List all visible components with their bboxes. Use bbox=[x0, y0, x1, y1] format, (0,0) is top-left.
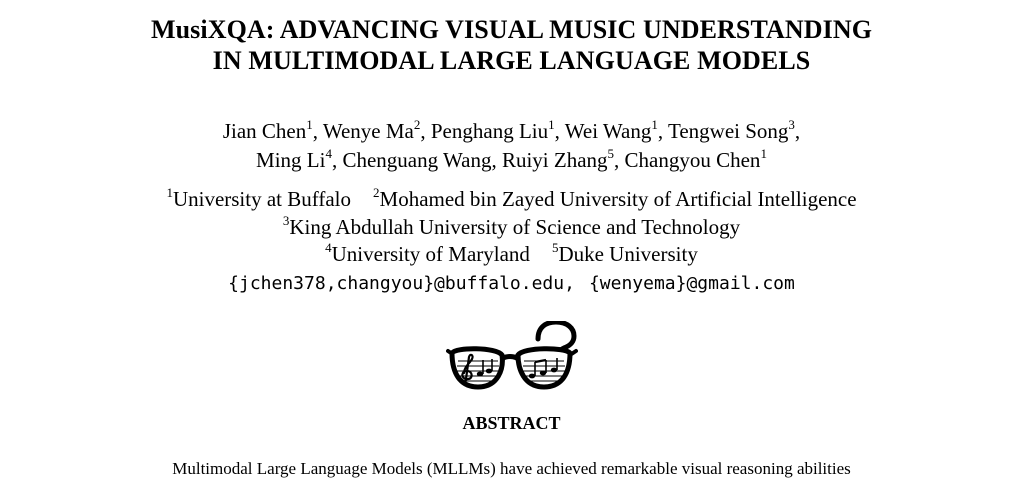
email-gmail: {wenyema}@gmail.com bbox=[588, 273, 795, 294]
author-separator: , bbox=[614, 148, 625, 172]
abstract-heading: ABSTRACT bbox=[462, 413, 561, 433]
author-name: Wei Wang bbox=[564, 119, 652, 143]
affiliation-name: University at Buffalo bbox=[172, 187, 352, 211]
author-affiliation-mark: 1 bbox=[651, 117, 658, 132]
author-line-2: Ming Li4, Chenguang Wang, Ruiyi Zhang5, … bbox=[0, 147, 1023, 173]
author-affiliation-mark: 1 bbox=[306, 117, 313, 132]
author-separator: , bbox=[312, 119, 323, 143]
author-name: Wenye Ma bbox=[322, 119, 414, 143]
paper-title-line-1: MusiXQA: ADVANCING VISUAL MUSIC UNDERSTA… bbox=[150, 15, 873, 44]
affiliation-line-2: 3King Abdullah University of Science and… bbox=[0, 214, 1023, 240]
affiliation-name: Mohamed bin Zayed University of Artifici… bbox=[379, 187, 857, 211]
glasses-music-question-icon bbox=[446, 321, 578, 390]
author-affiliation-mark: 3 bbox=[788, 117, 795, 132]
affiliation-number: 2 bbox=[373, 185, 380, 200]
email-buffalo: {jchen378,changyou}@buffalo.edu, bbox=[228, 273, 575, 294]
author-affiliation-mark: 1 bbox=[548, 117, 555, 132]
author-line-1: Jian Chen1, Wenye Ma2, Penghang Liu1, We… bbox=[0, 118, 1023, 144]
author-affiliation-mark: 5 bbox=[607, 146, 615, 161]
author-name: Ming Li bbox=[256, 148, 326, 172]
abstract-text: Multimodal Large Language Models (MLLMs)… bbox=[172, 459, 851, 478]
affiliation-number: 3 bbox=[282, 213, 290, 228]
affiliation-name: King Abdullah University of Science and … bbox=[289, 215, 741, 239]
author-affiliation-mark: 1 bbox=[760, 146, 767, 161]
author-name: Ruiyi Zhang bbox=[501, 148, 608, 172]
author-name: Changyou Chen bbox=[624, 148, 761, 172]
author-separator: , bbox=[554, 119, 565, 143]
affiliation-line-3: 4University of Maryland 5Duke University bbox=[0, 241, 1023, 267]
paper-page: MusiXQA: ADVANCING VISUAL MUSIC UNDERSTA… bbox=[0, 0, 1023, 486]
paper-title-line-2: IN MULTIMODAL LARGE LANGUAGE MODELS bbox=[212, 46, 811, 75]
affiliation-line-1: 1University at Buffalo 2Mohamed bin Zayed… bbox=[0, 186, 1023, 212]
author-name: Jian Chen bbox=[222, 119, 307, 143]
author-separator: , bbox=[420, 119, 431, 143]
affiliation-number: 4 bbox=[325, 240, 332, 255]
author-separator: , bbox=[331, 148, 343, 172]
author-separator: , bbox=[794, 119, 801, 143]
author-name: Penghang Liu bbox=[430, 119, 549, 143]
affiliation-name: University of Maryland bbox=[331, 242, 530, 266]
affiliation-name: Duke University bbox=[558, 242, 698, 266]
author-separator: , bbox=[657, 119, 668, 143]
author-affiliation-mark: 4 bbox=[325, 146, 332, 161]
author-emails: {jchen378,changyou}@buffalo.edu, {wenyema… bbox=[0, 271, 1023, 297]
affiliation-number: 1 bbox=[166, 185, 173, 200]
affiliation-number: 5 bbox=[551, 240, 559, 255]
author-name: Tengwei Song bbox=[667, 119, 789, 143]
author-affiliation-mark: 2 bbox=[413, 117, 421, 132]
author-separator: , bbox=[491, 148, 502, 172]
author-name: Chenguang Wang bbox=[342, 148, 492, 172]
